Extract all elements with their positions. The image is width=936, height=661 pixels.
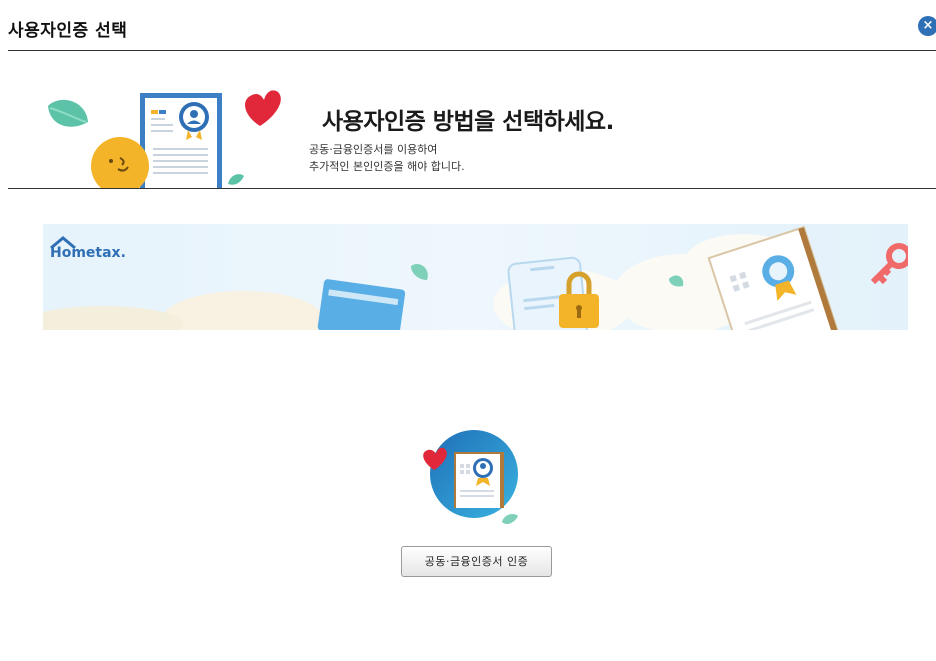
certificate-method-icon	[423, 430, 518, 524]
hero-heading: 사용자인증 방법을 선택하세요.	[322, 109, 614, 135]
close-icon: ×	[922, 18, 934, 33]
hero-desc-line-1: 공동·금융인증서를 이용하여	[309, 143, 438, 156]
dialog-title: 사용자인증 선택	[8, 21, 128, 41]
hero-description: 공동·금융인증서를 이용하여 추가적인 본인인증을 해야 합니다.	[309, 141, 465, 175]
close-button[interactable]: ×	[918, 16, 936, 36]
leaf-icon	[48, 99, 88, 127]
heart-icon	[245, 90, 281, 126]
hero-section: 사용자인증 방법을 선택하세요. 공동·금융인증서를 이용하여 추가적인 본인인…	[8, 60, 936, 189]
certificate-illustration	[48, 90, 281, 189]
dialog-titlebar: 사용자인증 선택 ×	[0, 0, 936, 52]
leaf-icon	[502, 514, 518, 524]
svg-text:Hometax.: Hometax.	[50, 245, 126, 261]
hero-divider	[8, 188, 936, 189]
certificate-auth-button[interactable]: 공동·금융인증서 인증	[401, 546, 552, 577]
hero-desc-line-2: 추가적인 본인인증을 해야 합니다.	[309, 160, 465, 173]
hometax-banner: Hometax.	[43, 224, 908, 330]
title-divider	[8, 50, 936, 51]
